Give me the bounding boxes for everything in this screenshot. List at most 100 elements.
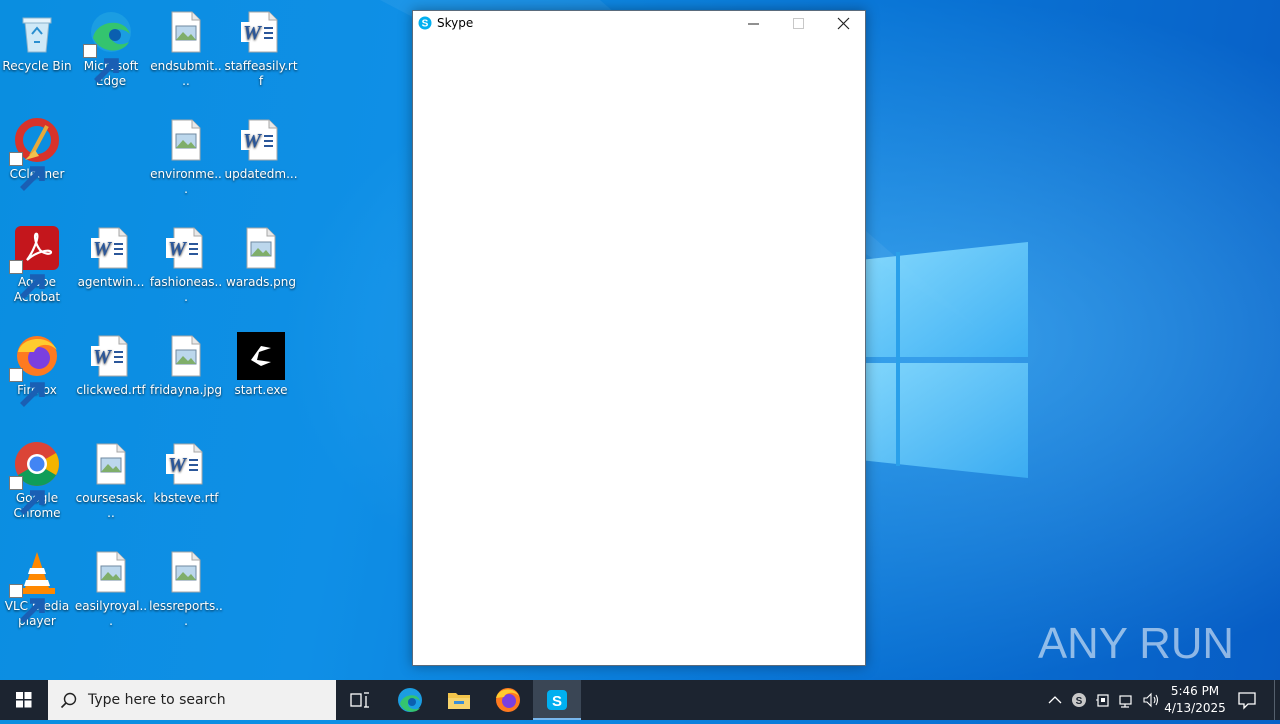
- desktop-icon-vlc-media-player[interactable]: VLC media player: [0, 548, 74, 629]
- taskbar-edge[interactable]: [386, 680, 434, 720]
- word-doc-icon: W: [237, 8, 285, 56]
- search-placeholder: Type here to search: [88, 692, 226, 708]
- word-doc-icon: W: [162, 440, 210, 488]
- desktop-icon-label: staffeasily.rtf: [224, 59, 298, 88]
- word-doc-icon: W: [162, 224, 210, 272]
- desktop-icon-label: fridayna.jpg: [150, 383, 222, 397]
- desktop-icon-staffeasily-rtf[interactable]: Wstaffeasily.rtf: [224, 8, 298, 89]
- desktop-icon-adobe-acrobat[interactable]: Adobe Acrobat: [0, 224, 74, 305]
- desktop-icon-label: Recycle Bin: [2, 59, 72, 73]
- svg-text:S: S: [552, 693, 562, 710]
- desktop-icon-google-chrome[interactable]: Google Chrome: [0, 440, 74, 521]
- desktop-icon-label: agentwin...: [77, 275, 145, 289]
- start-button[interactable]: [0, 680, 48, 720]
- exe-icon: [237, 332, 285, 380]
- desktop-icon-endsubmit[interactable]: endsubmit....: [149, 8, 223, 89]
- shortcut-arrow-icon: [9, 476, 45, 515]
- file-explorer-icon: [448, 693, 470, 709]
- close-button[interactable]: [821, 11, 866, 37]
- shortcut-arrow-icon: [9, 260, 45, 299]
- taskbar-skype[interactable]: S: [533, 680, 581, 720]
- desktop-icon-easilyroyal[interactable]: easilyroyal...: [74, 548, 148, 629]
- skype-tray-icon[interactable]: S: [1069, 690, 1089, 710]
- anyrun-watermark: ANY RUN: [1038, 619, 1234, 668]
- device-tray-icon[interactable]: [1093, 690, 1113, 710]
- taskbar-file-explorer[interactable]: [435, 680, 483, 720]
- image-file-icon: [162, 332, 210, 380]
- word-doc-icon: W: [87, 332, 135, 380]
- network-icon[interactable]: [1117, 690, 1137, 710]
- minimize-button[interactable]: [731, 11, 776, 37]
- image-file-icon: [237, 224, 285, 272]
- word-doc-icon: W: [87, 224, 135, 272]
- shortcut-arrow-icon: [9, 368, 45, 407]
- edge-icon: [398, 688, 422, 712]
- desktop-icon-warads-png[interactable]: warads.png: [224, 224, 298, 290]
- title-bar[interactable]: S Skype: [413, 11, 865, 37]
- notification-icon[interactable]: [1236, 689, 1258, 711]
- task-view-button[interactable]: [336, 680, 384, 720]
- windows-start-icon: [16, 692, 32, 708]
- svg-text:W: W: [168, 238, 187, 260]
- shortcut-arrow-icon: [83, 44, 119, 83]
- edge-icon: [83, 8, 135, 83]
- image-file-icon: [162, 8, 210, 56]
- clock-date: 4/13/2025: [1164, 701, 1226, 715]
- svg-text:S: S: [422, 19, 429, 30]
- firefox-icon: [496, 688, 520, 712]
- chrome-icon: [9, 440, 61, 515]
- desktop-icon-firefox[interactable]: Firefox: [0, 332, 74, 407]
- shortcut-arrow-icon: [9, 152, 45, 191]
- vlc-icon: [9, 548, 61, 623]
- desktop-icon-label: easilyroyal...: [74, 599, 148, 628]
- system-clock[interactable]: 5:46 PM 4/13/2025: [1160, 683, 1230, 717]
- image-file-icon: [87, 440, 135, 488]
- task-view-icon: [350, 692, 369, 708]
- desktop-icon-label: coursesask...: [75, 491, 147, 520]
- clock-time: 5:46 PM: [1170, 684, 1220, 698]
- maximize-button[interactable]: [776, 11, 821, 37]
- desktop-icon-kbsteve-rtf[interactable]: Wkbsteve.rtf: [149, 440, 223, 506]
- desktop-icon-lessreports[interactable]: lessreports...: [149, 548, 223, 629]
- skype-window[interactable]: S Skype: [412, 10, 866, 666]
- desktop-icon-environme[interactable]: environme...: [149, 116, 223, 197]
- show-desktop-button[interactable]: [1274, 680, 1280, 720]
- svg-text:W: W: [168, 454, 187, 476]
- desktop-icon-label: endsubmit....: [150, 59, 222, 88]
- ccleaner-icon: [9, 116, 61, 191]
- desktop-icon-updatedm[interactable]: Wupdatedm...: [224, 116, 298, 182]
- svg-text:ANY RUN: ANY RUN: [1038, 619, 1234, 668]
- image-file-icon: [162, 548, 210, 596]
- desktop-icon-label: environme...: [150, 167, 222, 196]
- desktop-icon-label: start.exe: [234, 383, 288, 397]
- chevron-up-icon[interactable]: [1045, 690, 1065, 710]
- word-doc-icon: W: [237, 116, 285, 164]
- desktop-icon-label: fashioneas...: [149, 275, 223, 304]
- desktop-icon-clickwed-rtf[interactable]: Wclickwed.rtf: [74, 332, 148, 398]
- maximize-icon: [793, 18, 804, 29]
- acrobat-icon: [9, 224, 61, 299]
- window-content: [413, 37, 865, 665]
- desktop-icon-fashioneas[interactable]: Wfashioneas...: [149, 224, 223, 305]
- svg-text:W: W: [243, 22, 262, 44]
- image-file-icon: [162, 116, 210, 164]
- desktop-icon-fridayna-jpg[interactable]: fridayna.jpg: [149, 332, 223, 398]
- taskbar-firefox[interactable]: [484, 680, 532, 720]
- taskbar-search-box[interactable]: Type here to search: [48, 680, 336, 720]
- desktop-icon-label: updatedm...: [224, 167, 298, 181]
- desktop-icon-start-exe[interactable]: start.exe: [224, 332, 298, 398]
- desktop-icon-recycle-bin[interactable]: Recycle Bin: [0, 8, 74, 74]
- taskbar: Type here to search S S 5:46 PM 4/13/202…: [0, 680, 1280, 720]
- svg-text:W: W: [93, 238, 112, 260]
- close-icon: [837, 17, 850, 30]
- skype-icon: S: [418, 16, 432, 30]
- desktop-icon-agentwin[interactable]: Wagentwin...: [74, 224, 148, 290]
- desktop-icon-ccleaner[interactable]: CCleaner: [0, 116, 74, 191]
- volume-icon[interactable]: [1141, 690, 1161, 710]
- desktop-icon-microsoft-edge[interactable]: Microsoft Edge: [74, 8, 148, 89]
- svg-text:W: W: [93, 346, 112, 368]
- svg-text:S: S: [1076, 696, 1083, 707]
- desktop-icon-coursesask[interactable]: coursesask...: [74, 440, 148, 521]
- desktop-icon-label: warads.png: [226, 275, 296, 289]
- shortcut-arrow-icon: [9, 584, 45, 623]
